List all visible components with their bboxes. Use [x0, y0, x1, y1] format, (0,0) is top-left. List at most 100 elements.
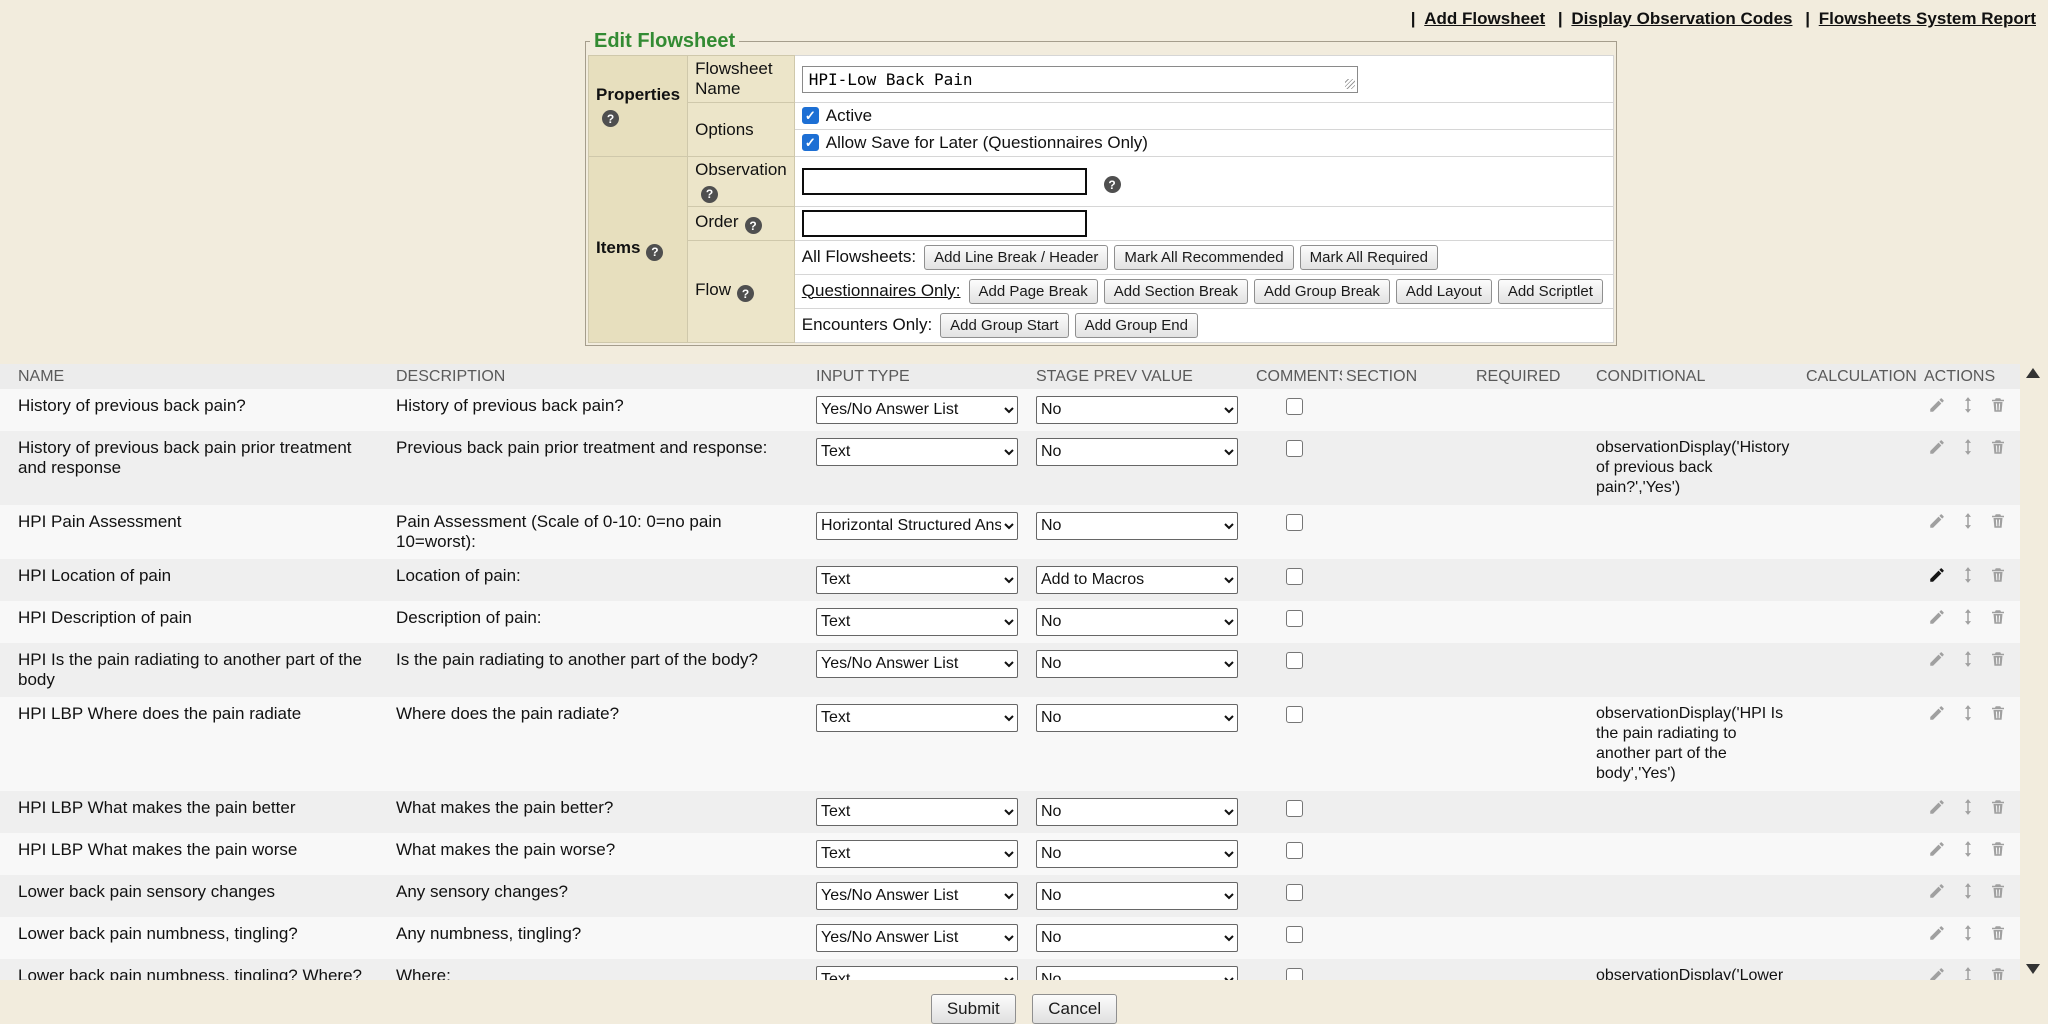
input-type-select[interactable]: Text	[816, 608, 1018, 636]
input-type-select[interactable]: Horizontal Structured Ans	[816, 512, 1018, 540]
comments-checkbox[interactable]	[1286, 926, 1303, 943]
comments-checkbox[interactable]	[1286, 884, 1303, 901]
delete-icon[interactable]	[1989, 512, 2007, 530]
delete-icon[interactable]	[1989, 840, 2007, 858]
submit-button[interactable]: Submit	[931, 994, 1016, 1024]
input-type-select[interactable]: Text	[816, 704, 1018, 732]
input-type-select[interactable]: Yes/No Answer List	[816, 650, 1018, 678]
comments-checkbox[interactable]	[1286, 800, 1303, 817]
delete-icon[interactable]	[1989, 966, 2007, 980]
flow-action-button[interactable]: Add Layout	[1396, 279, 1492, 304]
comments-checkbox[interactable]	[1286, 968, 1303, 980]
comments-checkbox[interactable]	[1286, 652, 1303, 669]
edit-icon[interactable]	[1928, 438, 1946, 456]
comments-checkbox[interactable]	[1286, 514, 1303, 531]
edit-icon[interactable]	[1928, 608, 1946, 626]
delete-icon[interactable]	[1989, 704, 2007, 722]
stage-prev-value-select[interactable]: No	[1036, 704, 1238, 732]
flow-action-button[interactable]: Mark All Required	[1300, 245, 1438, 270]
delete-icon[interactable]	[1989, 566, 2007, 584]
edit-icon[interactable]	[1928, 966, 1946, 980]
help-icon[interactable]: ?	[1104, 176, 1121, 193]
move-icon[interactable]	[1959, 798, 1977, 816]
move-icon[interactable]	[1959, 840, 1977, 858]
help-icon[interactable]: ?	[745, 217, 762, 234]
comments-checkbox[interactable]	[1286, 398, 1303, 415]
comments-checkbox[interactable]	[1286, 706, 1303, 723]
edit-icon[interactable]	[1928, 924, 1946, 942]
flow-action-button[interactable]: Add Line Break / Header	[924, 245, 1108, 270]
flow-action-button[interactable]: Add Group End	[1075, 313, 1198, 338]
edit-icon[interactable]	[1928, 396, 1946, 414]
stage-prev-value-select[interactable]: No	[1036, 882, 1238, 910]
stage-prev-value-select[interactable]: No	[1036, 840, 1238, 868]
input-type-select[interactable]: Text	[816, 566, 1018, 594]
move-icon[interactable]	[1959, 512, 1977, 530]
input-type-select[interactable]: Yes/No Answer List	[816, 882, 1018, 910]
delete-icon[interactable]	[1989, 924, 2007, 942]
stage-prev-value-select[interactable]: No	[1036, 608, 1238, 636]
delete-icon[interactable]	[1989, 798, 2007, 816]
edit-icon[interactable]	[1928, 650, 1946, 668]
edit-icon[interactable]	[1928, 566, 1946, 584]
flow-action-button[interactable]: Add Group Break	[1254, 279, 1390, 304]
move-icon[interactable]	[1959, 396, 1977, 414]
observation-input[interactable]	[802, 168, 1087, 195]
input-type-select[interactable]: Text	[816, 840, 1018, 868]
move-icon[interactable]	[1959, 704, 1977, 722]
edit-icon[interactable]	[1928, 512, 1946, 530]
move-icon[interactable]	[1959, 566, 1977, 584]
delete-icon[interactable]	[1989, 608, 2007, 626]
active-checkbox[interactable]	[802, 107, 819, 124]
help-icon[interactable]: ?	[737, 285, 754, 302]
stage-prev-value-select[interactable]: No	[1036, 438, 1238, 466]
stage-prev-value-select[interactable]: Add to Macros	[1036, 566, 1238, 594]
link-add-flowsheet[interactable]: Add Flowsheet	[1424, 9, 1545, 28]
help-icon[interactable]: ?	[646, 244, 663, 261]
allow-save-checkbox[interactable]	[802, 134, 819, 151]
scroll-down-icon[interactable]	[2026, 964, 2040, 974]
edit-icon[interactable]	[1928, 840, 1946, 858]
stage-prev-value-select[interactable]: No	[1036, 798, 1238, 826]
input-type-select[interactable]: Text	[816, 966, 1018, 980]
comments-checkbox[interactable]	[1286, 610, 1303, 627]
resize-grip-icon[interactable]	[1345, 79, 1355, 89]
input-type-select[interactable]: Text	[816, 438, 1018, 466]
flowsheet-name-input[interactable]	[802, 66, 1358, 93]
flow-action-button[interactable]: Add Section Break	[1104, 279, 1248, 304]
edit-icon[interactable]	[1928, 882, 1946, 900]
comments-checkbox[interactable]	[1286, 842, 1303, 859]
stage-prev-value-select[interactable]: No	[1036, 650, 1238, 678]
input-type-select[interactable]: Yes/No Answer List	[816, 396, 1018, 424]
move-icon[interactable]	[1959, 650, 1977, 668]
stage-prev-value-select[interactable]: No	[1036, 966, 1238, 980]
input-type-select[interactable]: Yes/No Answer List	[816, 924, 1018, 952]
help-icon[interactable]: ?	[602, 110, 619, 127]
delete-icon[interactable]	[1989, 396, 2007, 414]
input-type-select[interactable]: Text	[816, 798, 1018, 826]
move-icon[interactable]	[1959, 882, 1977, 900]
delete-icon[interactable]	[1989, 650, 2007, 668]
cancel-button[interactable]: Cancel	[1032, 994, 1117, 1024]
flow-action-button[interactable]: Mark All Recommended	[1114, 245, 1293, 270]
move-icon[interactable]	[1959, 608, 1977, 626]
link-flowsheets-system-report[interactable]: Flowsheets System Report	[1819, 9, 2036, 28]
link-display-observation-codes[interactable]: Display Observation Codes	[1571, 9, 1792, 28]
help-icon[interactable]: ?	[701, 186, 718, 203]
delete-icon[interactable]	[1989, 882, 2007, 900]
edit-icon[interactable]	[1928, 798, 1946, 816]
comments-checkbox[interactable]	[1286, 568, 1303, 585]
flow-action-button[interactable]: Add Group Start	[940, 313, 1068, 338]
stage-prev-value-select[interactable]: No	[1036, 512, 1238, 540]
comments-checkbox[interactable]	[1286, 440, 1303, 457]
move-icon[interactable]	[1959, 966, 1977, 980]
stage-prev-value-select[interactable]: No	[1036, 396, 1238, 424]
move-icon[interactable]	[1959, 438, 1977, 456]
order-input[interactable]	[802, 210, 1087, 237]
scroll-up-icon[interactable]	[2026, 368, 2040, 378]
flow-action-button[interactable]: Add Page Break	[969, 279, 1098, 304]
delete-icon[interactable]	[1989, 438, 2007, 456]
move-icon[interactable]	[1959, 924, 1977, 942]
stage-prev-value-select[interactable]: No	[1036, 924, 1238, 952]
flow-action-button[interactable]: Add Scriptlet	[1498, 279, 1603, 304]
